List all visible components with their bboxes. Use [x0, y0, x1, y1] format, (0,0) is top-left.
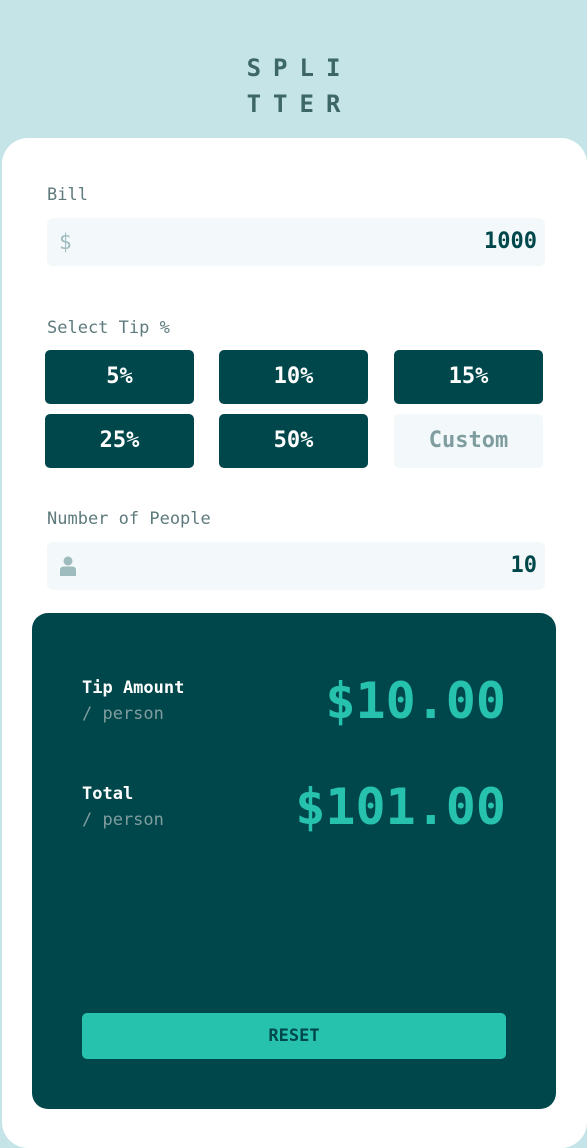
total-value: $101.00 — [295, 778, 506, 836]
tip-amount-value: $10.00 — [325, 672, 506, 730]
tip-button-5[interactable]: 5% — [45, 350, 194, 404]
person-icon — [60, 556, 76, 576]
people-input-value: 10 — [510, 553, 538, 578]
app-logo: SPLI TTER — [0, 50, 587, 122]
bill-input-value: 1000 — [484, 229, 537, 254]
custom-tip-input[interactable]: Custom — [394, 414, 543, 468]
dollar-icon: $ — [59, 230, 72, 254]
total-label: Total — [82, 784, 134, 804]
tip-button-25[interactable]: 25% — [45, 414, 194, 468]
bill-input[interactable]: $ 1000 — [47, 218, 545, 266]
total-per-person: / person — [82, 810, 164, 830]
reset-button[interactable]: RESET — [82, 1013, 506, 1059]
people-input[interactable]: 10 — [47, 542, 545, 590]
tip-amount-per-person: / person — [82, 704, 164, 724]
tip-label: Select Tip % — [47, 318, 170, 338]
tip-button-50[interactable]: 50% — [219, 414, 368, 468]
tip-amount-label: Tip Amount — [82, 678, 185, 698]
result-panel: Tip Amount / person $10.00 Total / perso… — [32, 613, 556, 1109]
logo-line-2: TTER — [246, 90, 353, 118]
tip-button-10[interactable]: 10% — [219, 350, 368, 404]
tip-button-15[interactable]: 15% — [394, 350, 543, 404]
people-label: Number of People — [47, 509, 211, 529]
logo-line-1: SPLI — [246, 54, 353, 82]
bill-label: Bill — [47, 185, 88, 205]
